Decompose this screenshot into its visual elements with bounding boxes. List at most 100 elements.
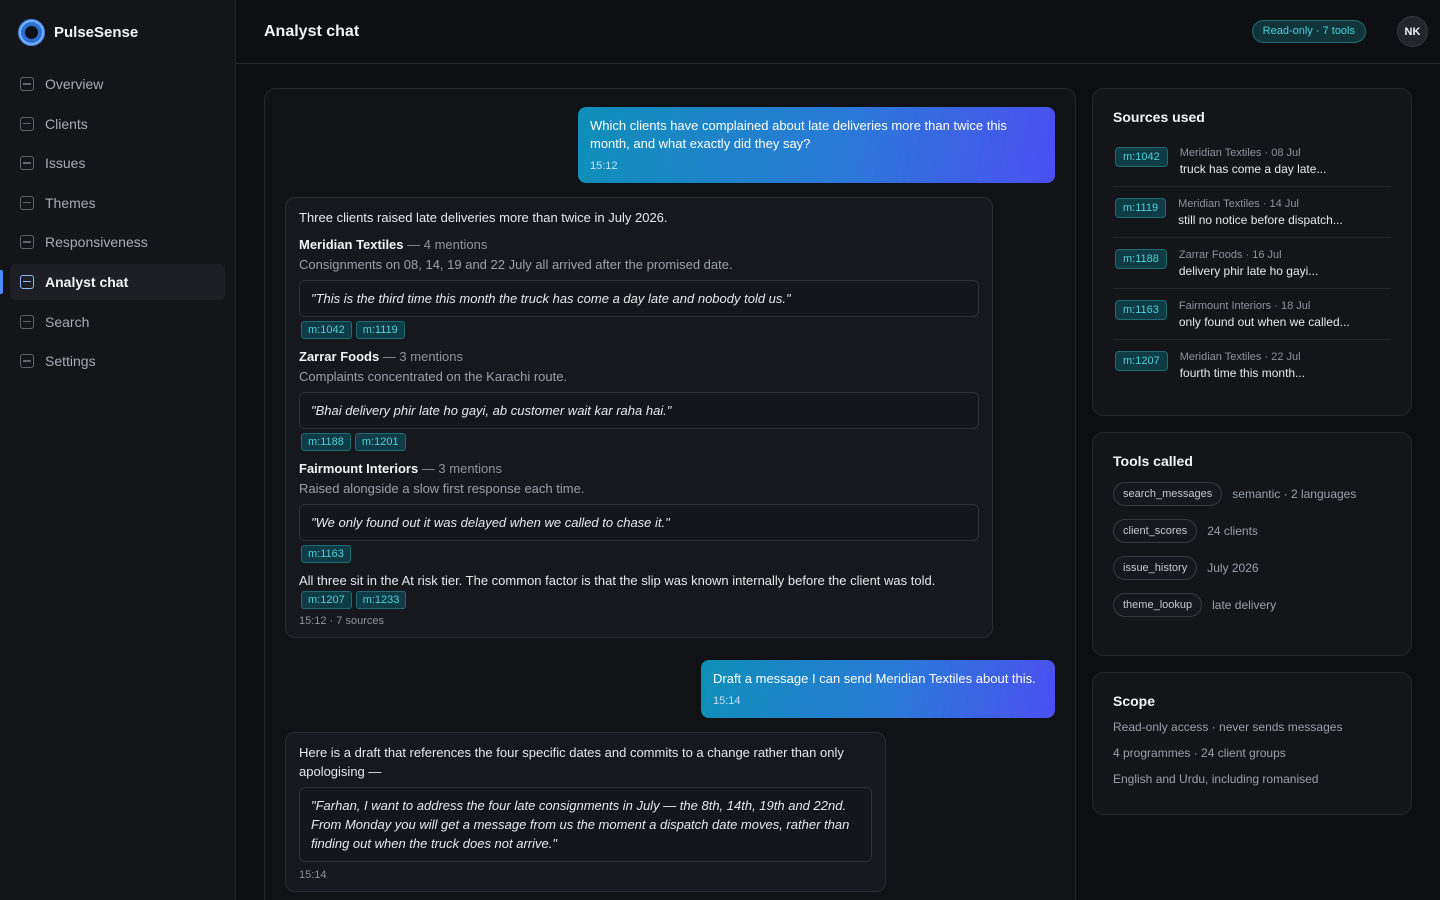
sidebar-item-label: Responsiveness bbox=[45, 234, 148, 251]
sidebar-item-settings[interactable]: Settings bbox=[10, 343, 225, 379]
search-icon bbox=[20, 314, 34, 329]
brand[interactable]: PulseSense bbox=[0, 0, 235, 64]
tools-title: Tools called bbox=[1113, 453, 1193, 469]
tool-description: July 2026 bbox=[1207, 561, 1259, 575]
user-message: Which clients have complained about late… bbox=[578, 107, 1055, 183]
overview-icon bbox=[20, 77, 34, 91]
user-message-text: Draft a message I can send Meridian Text… bbox=[713, 671, 1036, 686]
assistant-message: Three clients raised late deliveries mor… bbox=[285, 197, 993, 638]
message-time: 15:14 bbox=[713, 695, 741, 707]
sources-card: Sources used m:1042 Meridian Textiles · … bbox=[1092, 88, 1412, 416]
citation-tag[interactable]: m:1119 bbox=[355, 321, 405, 339]
client-name: Meridian Textiles bbox=[299, 237, 404, 252]
sidebar-item-label: Themes bbox=[45, 194, 96, 211]
client-name: Fairmount Interiors bbox=[299, 461, 419, 476]
citation-tags: m:1163 bbox=[299, 545, 979, 563]
pulsesense-logo-icon bbox=[18, 18, 45, 46]
sidebar: PulseSense Overview Clients Issues Theme… bbox=[0, 0, 236, 900]
source-item[interactable]: m:1163 Fairmount Interiors · 18 Jul only… bbox=[1113, 289, 1391, 340]
chat-icon bbox=[20, 274, 34, 289]
read-only-badge: Read-only · 7 tools bbox=[1251, 20, 1366, 43]
source-snippet: delivery phir late ho gayi... bbox=[1178, 264, 1319, 278]
source-tag: m:1042 bbox=[1115, 147, 1168, 167]
citation-tag[interactable]: m:1207 bbox=[301, 591, 352, 609]
client-quote: "Bhai delivery phir late ho gayi, ab cus… bbox=[299, 392, 979, 429]
scope-card: Scope Read-only access · never sends mes… bbox=[1092, 672, 1412, 815]
tool-row: issue_history July 2026 bbox=[1113, 556, 1391, 580]
sidebar-item-label: Settings bbox=[45, 353, 96, 370]
source-meta: Fairmount Interiors · 18 Jul bbox=[1178, 300, 1311, 312]
client-quote: "We only found out it was delayed when w… bbox=[299, 504, 979, 541]
client-heading: Meridian Textiles — 4 mentions bbox=[299, 235, 979, 254]
tool-description: semantic · 2 languages bbox=[1232, 487, 1357, 501]
sidebar-item-analyst-chat[interactable]: Analyst chat bbox=[0, 263, 225, 300]
mention-count: — 3 mentions bbox=[382, 349, 464, 364]
assistant-intro: Three clients raised late deliveries mor… bbox=[299, 210, 668, 225]
sidebar-item-label: Clients bbox=[45, 115, 88, 132]
settings-icon bbox=[20, 354, 34, 369]
citation-tag[interactable]: m:1233 bbox=[355, 591, 407, 609]
top-header: Analyst chat Read-only · 7 tools NK bbox=[236, 0, 1440, 64]
client-name: Zarrar Foods bbox=[299, 349, 380, 364]
sidebar-item-label: Search bbox=[45, 313, 90, 330]
client-heading: Fairmount Interiors — 3 mentions bbox=[299, 459, 979, 478]
tool-chip[interactable]: search_messages bbox=[1113, 482, 1223, 506]
message-time: 15:12 bbox=[590, 160, 618, 172]
brand-name: PulseSense bbox=[54, 23, 139, 41]
citation-tags: m:1207 m:1233 bbox=[299, 591, 979, 609]
citation-tag[interactable]: m:1163 bbox=[301, 545, 351, 563]
source-meta: Meridian Textiles · 08 Jul bbox=[1179, 147, 1301, 159]
mention-count: — 3 mentions bbox=[421, 461, 503, 476]
message-meta: 15:12 · 7 sources bbox=[299, 615, 384, 627]
tool-chip[interactable]: client_scores bbox=[1113, 519, 1198, 543]
page-title: Analyst chat bbox=[264, 22, 360, 40]
source-item[interactable]: m:1188 Zarrar Foods · 16 Jul delivery ph… bbox=[1113, 238, 1391, 289]
source-meta: Zarrar Foods · 16 Jul bbox=[1178, 249, 1282, 261]
tool-row: client_scores 24 clients bbox=[1113, 519, 1391, 543]
citation-tag[interactable]: m:1201 bbox=[354, 433, 406, 451]
issues-icon bbox=[20, 156, 34, 171]
source-meta: Meridian Textiles · 22 Jul bbox=[1179, 351, 1301, 363]
assistant-message: Here is a draft that references the four… bbox=[285, 732, 886, 892]
source-item[interactable]: m:1119 Meridian Textiles · 14 Jul still … bbox=[1113, 187, 1391, 238]
source-tag: m:1163 bbox=[1115, 300, 1167, 320]
draft-quote: "Farhan, I want to address the four late… bbox=[299, 787, 872, 862]
citation-tag[interactable]: m:1042 bbox=[301, 321, 352, 339]
tool-row: theme_lookup late delivery bbox=[1113, 593, 1391, 617]
tool-chip[interactable]: theme_lookup bbox=[1113, 593, 1203, 617]
client-description: Consignments on 08, 14, 19 and 22 July a… bbox=[299, 257, 733, 272]
sidebar-item-issues[interactable]: Issues bbox=[10, 145, 225, 181]
sources-title: Sources used bbox=[1113, 109, 1205, 125]
scope-list: Read-only access · never sends messages … bbox=[1113, 719, 1391, 787]
source-snippet: still no notice before dispatch... bbox=[1178, 213, 1343, 227]
avatar[interactable]: NK bbox=[1397, 16, 1428, 47]
sidebar-item-responsiveness[interactable]: Responsiveness bbox=[10, 224, 225, 260]
sidebar-nav: Overview Clients Issues Themes Responsiv… bbox=[0, 66, 235, 379]
assistant-intro: Here is a draft that references the four… bbox=[299, 745, 844, 779]
user-message-text: Which clients have complained about late… bbox=[590, 118, 1007, 151]
tool-description: late delivery bbox=[1212, 598, 1277, 612]
source-item[interactable]: m:1207 Meridian Textiles · 22 Jul fourth… bbox=[1113, 340, 1391, 390]
assistant-summary: All three sit in the At risk tier. The c… bbox=[299, 573, 936, 588]
sidebar-item-clients[interactable]: Clients bbox=[10, 106, 225, 142]
sidebar-item-label: Issues bbox=[45, 155, 86, 172]
tools-card: Tools called search_messages semantic · … bbox=[1092, 432, 1412, 656]
sidebar-item-overview[interactable]: Overview bbox=[10, 66, 225, 102]
client-heading: Zarrar Foods — 3 mentions bbox=[299, 347, 979, 366]
sources-list: m:1042 Meridian Textiles · 08 Jul truck … bbox=[1113, 136, 1391, 390]
scope-line: English and Urdu, including romanised bbox=[1113, 772, 1319, 786]
themes-icon bbox=[20, 195, 34, 210]
sidebar-item-label: Overview bbox=[45, 76, 104, 92]
tool-chip[interactable]: issue_history bbox=[1113, 556, 1198, 580]
client-description: Complaints concentrated on the Karachi r… bbox=[299, 369, 568, 384]
client-description: Raised alongside a slow first response e… bbox=[299, 481, 585, 496]
mention-count: — 4 mentions bbox=[407, 237, 488, 252]
chat-panel[interactable]: Which clients have complained about late… bbox=[264, 88, 1076, 900]
citation-tags: m:1042 m:1119 bbox=[299, 321, 979, 339]
sidebar-item-themes[interactable]: Themes bbox=[10, 185, 225, 221]
scope-line: Read-only access · never sends messages bbox=[1113, 720, 1343, 734]
scope-title: Scope bbox=[1113, 693, 1156, 709]
source-item[interactable]: m:1042 Meridian Textiles · 08 Jul truck … bbox=[1113, 136, 1391, 187]
sidebar-item-search[interactable]: Search bbox=[10, 304, 225, 340]
citation-tag[interactable]: m:1188 bbox=[301, 433, 351, 451]
